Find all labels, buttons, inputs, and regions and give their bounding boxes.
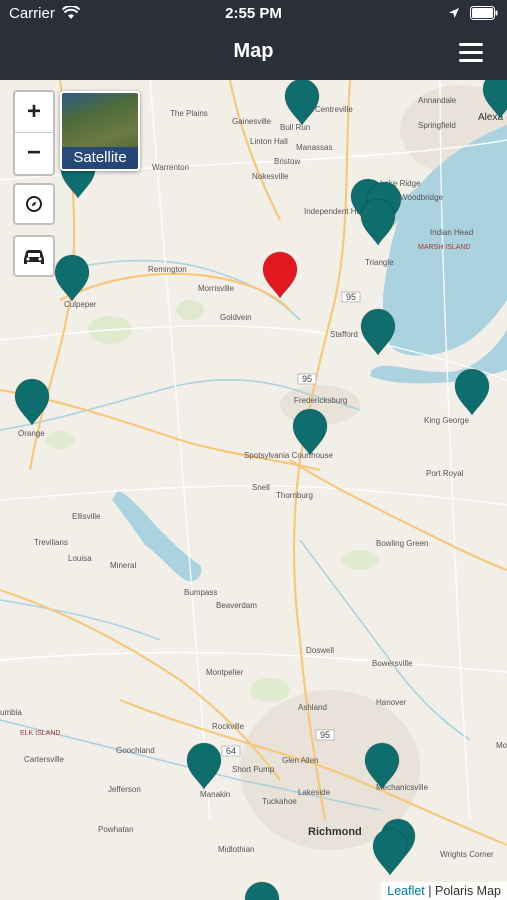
place-label: Goochland	[116, 746, 155, 755]
compass-button[interactable]	[13, 183, 55, 225]
place-label: Cartersville	[24, 755, 65, 764]
place-label: Bristow	[274, 157, 300, 166]
place-label: Remington	[148, 265, 187, 274]
place-label: Annandale	[418, 96, 457, 105]
place-label: MARSH ISLAND	[418, 244, 471, 251]
place-label: Ashland	[298, 703, 327, 712]
place-label: Glen Allen	[282, 756, 318, 765]
nav-bar: Map	[0, 28, 507, 80]
place-label: Triangle	[365, 258, 394, 267]
place-label: Midlothian	[218, 845, 254, 854]
place-label: Tuckahoe	[262, 797, 297, 806]
place-label: Hanover	[376, 698, 407, 707]
place-label: Linton Hall	[250, 137, 288, 146]
map-attribution: Leaflet | Polaris Map	[381, 882, 507, 900]
place-label: Louisa	[68, 554, 92, 563]
map-canvas[interactable]: 95 95 64 95 The Plains Centreville Annan…	[0, 80, 507, 900]
place-label: Thornburg	[276, 491, 313, 500]
leaflet-link[interactable]: Leaflet	[387, 884, 425, 898]
place-label: Jefferson	[108, 785, 141, 794]
place-label: Ellisville	[72, 512, 101, 521]
place-label: Short Pump	[232, 765, 275, 774]
place-label: Stafford	[330, 330, 358, 339]
zoom-in-button[interactable]: +	[15, 92, 53, 132]
place-label: Powhatan	[98, 825, 134, 834]
hamburger-menu-icon[interactable]	[459, 43, 483, 63]
place-label: Rockville	[212, 722, 245, 731]
place-label: Spotsylvania Courthouse	[244, 451, 333, 460]
status-bar: Carrier 2:55 PM	[0, 0, 507, 28]
place-label: Wrights Corner	[440, 850, 494, 859]
compass-icon	[26, 196, 42, 212]
place-label: Mont	[496, 741, 507, 750]
drive-mode-button[interactable]	[13, 235, 55, 277]
provider-label: Polaris Map	[435, 884, 501, 898]
zoom-out-button[interactable]: −	[15, 132, 53, 173]
car-icon	[24, 250, 44, 264]
place-label: Montpelier	[206, 668, 244, 677]
place-label: Mineral	[110, 561, 136, 570]
place-label: Culpeper	[64, 300, 97, 309]
map-view[interactable]: 95 95 64 95 The Plains Centreville Annan…	[0, 80, 507, 900]
place-label: Bowling Green	[376, 539, 428, 548]
battery-icon	[470, 6, 498, 20]
place-label: Independent Hill	[304, 207, 362, 216]
zoom-control: + −	[13, 90, 55, 176]
place-label: Centreville	[315, 105, 353, 114]
place-label: Indian Head	[430, 228, 473, 237]
place-label: Woodbridge	[400, 193, 444, 202]
place-label: Trevilians	[34, 538, 68, 547]
satellite-label: Satellite	[62, 147, 138, 169]
road-label: 64	[226, 746, 236, 756]
place-label: King George	[424, 416, 469, 425]
road-label: 95	[346, 292, 356, 302]
satellite-toggle-button[interactable]: Satellite	[60, 91, 140, 171]
place-label: Snell	[252, 483, 270, 492]
road-label: 95	[302, 374, 312, 384]
place-label: Richmond	[308, 826, 362, 838]
place-label: Warrenton	[152, 163, 189, 172]
place-label: Bumpass	[184, 588, 217, 597]
place-label: Lakeside	[298, 788, 331, 797]
place-label: Orange	[18, 429, 45, 438]
place-label: Doswell	[306, 646, 334, 655]
place-label: ELK ISLAND	[20, 730, 60, 737]
place-label: Manassas	[296, 143, 332, 152]
page-title: Map	[233, 40, 274, 62]
place-label: Bowersville	[372, 659, 413, 668]
place-label: Bull Run	[280, 123, 310, 132]
place-label: Morrisville	[198, 284, 235, 293]
place-label: Nokesville	[252, 172, 289, 181]
place-label: Port Royal	[426, 469, 464, 478]
place-label: Goldvein	[220, 313, 252, 322]
place-label: Manakin	[200, 790, 230, 799]
place-label: Springfield	[418, 121, 456, 130]
place-label: The Plains	[170, 109, 208, 118]
place-label: Beaverdam	[216, 601, 257, 610]
place-label: Fredericksburg	[294, 396, 347, 405]
clock: 2:55 PM	[225, 5, 282, 22]
place-label: Gainesville	[232, 117, 272, 126]
road-label: 95	[320, 730, 330, 740]
location-arrow-icon	[449, 8, 459, 18]
place-label: umbia	[0, 708, 22, 717]
